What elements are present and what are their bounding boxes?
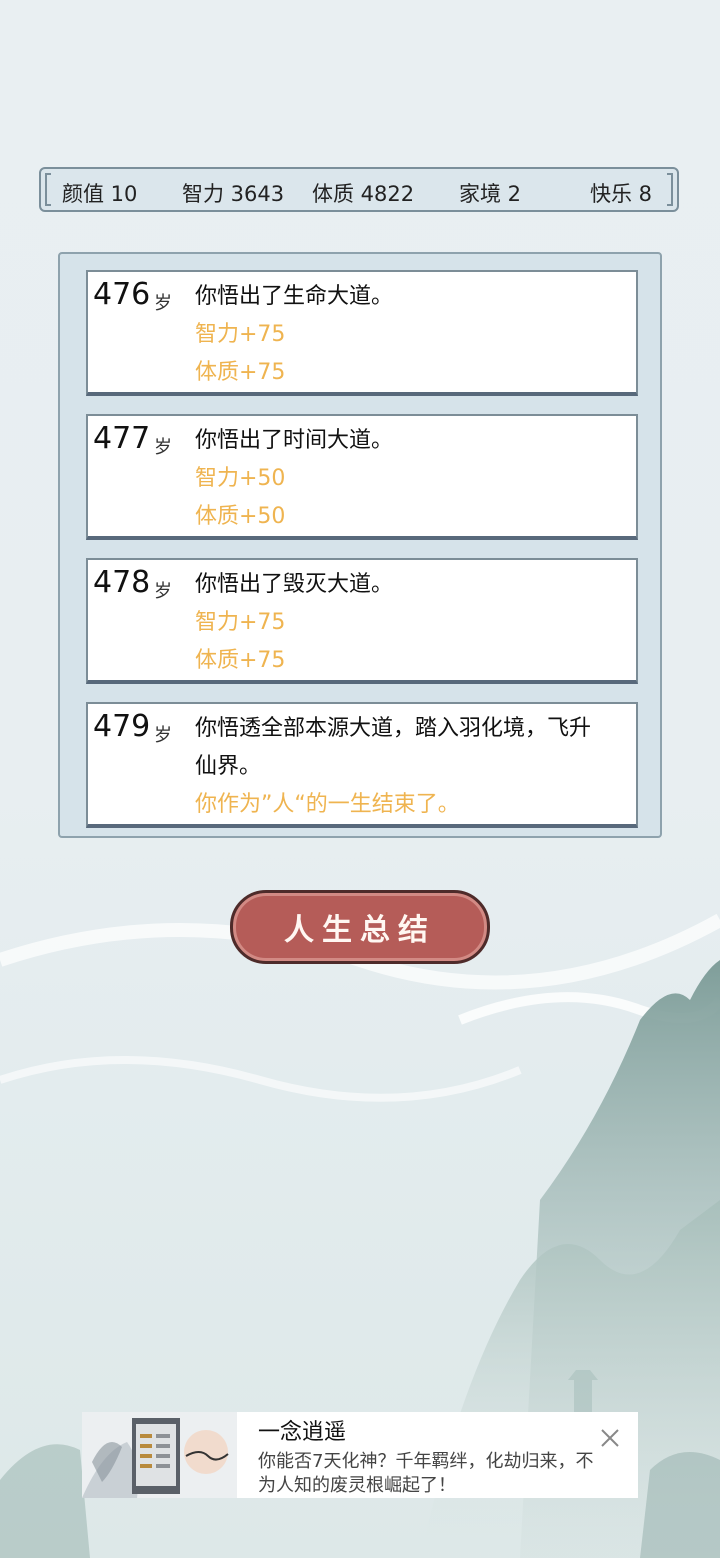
- life-summary-button[interactable]: 人生总结: [230, 890, 490, 964]
- age-unit: 岁: [154, 581, 172, 602]
- event-effect: 体质+75: [195, 360, 286, 385]
- event-card: 478 岁 你悟出了毁灭大道。 智力+75 体质+75: [86, 558, 638, 684]
- close-icon[interactable]: [598, 1426, 622, 1450]
- event-text: 你悟出了时间大道。: [195, 428, 394, 453]
- event-effect: 体质+50: [195, 504, 286, 529]
- event-card: 476 岁 你悟出了生命大道。 智力+75 体质+75: [86, 270, 638, 396]
- ad-title: 一念逍遥: [258, 1420, 347, 1445]
- event-age: 478: [93, 565, 151, 600]
- event-text: 你悟出了毁灭大道。: [195, 572, 394, 597]
- event-age: 476: [93, 277, 151, 312]
- age-unit: 岁: [154, 437, 172, 458]
- stat-constitution: 体质 4822: [312, 182, 415, 206]
- ad-banner[interactable]: 一念逍遥 你能否7天化神？千年羁绊，化劫归来，不为人知的废灵根崛起了！: [82, 1412, 638, 1498]
- stat-family: 家境 2: [459, 182, 522, 206]
- event-effect: 智力+75: [195, 610, 286, 635]
- thumbnail-art-icon: [82, 1412, 237, 1498]
- event-effect: 智力+75: [195, 322, 286, 347]
- event-age: 477: [93, 421, 151, 456]
- event-age: 479: [93, 709, 151, 744]
- age-unit: 岁: [154, 725, 172, 746]
- stat-intelligence: 智力 3643: [182, 182, 285, 206]
- event-effect: 智力+50: [195, 466, 286, 491]
- event-log-panel[interactable]: 476 岁 你悟出了生命大道。 智力+75 体质+75 477 岁 你悟出了时间…: [58, 252, 662, 838]
- event-card: 479 岁 你悟透全部本源大道，踏入羽化境，飞升 仙界。 你作为”人“的一生结束…: [86, 702, 638, 828]
- event-text: 仙界。: [195, 754, 262, 779]
- game-thumbnail[interactable]: [82, 1412, 237, 1498]
- stat-happiness: 快乐 8: [590, 182, 653, 206]
- event-text: 你悟透全部本源大道，踏入羽化境，飞升: [195, 716, 592, 741]
- event-effect: 你作为”人“的一生结束了。: [195, 792, 460, 817]
- event-effect: 体质+75: [195, 648, 286, 673]
- attribute-bar: 颜值 10 智力 3643 体质 4822 家境 2 快乐 8: [39, 167, 679, 212]
- event-text: 你悟出了生命大道。: [195, 284, 394, 309]
- ad-description: 你能否7天化神？千年羁绊，化劫归来，不为人知的废灵根崛起了！: [258, 1451, 594, 1496]
- age-unit: 岁: [154, 293, 172, 314]
- stat-appearance: 颜值 10: [62, 182, 138, 206]
- life-summary-label: 人生总结: [284, 913, 436, 948]
- event-card: 477 岁 你悟出了时间大道。 智力+50 体质+50: [86, 414, 638, 540]
